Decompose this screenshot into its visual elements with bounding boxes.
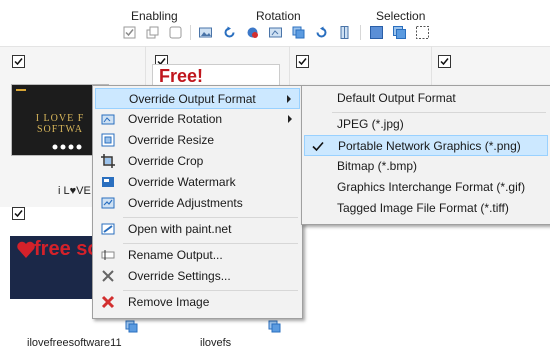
rename-icon [101,248,115,262]
menu-item-label: Override Resize [128,133,215,147]
resize-icon [101,133,115,147]
item-caption: ilovefreesoftware11 [27,337,122,349]
menu-item-label: Override Crop [128,154,204,168]
heart-logo [16,241,36,259]
thumb-text: Free! [159,66,204,86]
rotation-icon [101,112,115,126]
item-checkbox[interactable] [438,55,451,68]
format-option-jpeg[interactable]: JPEG (*.jpg) [304,114,548,135]
item-checkbox[interactable] [12,207,25,220]
menu-item-override-output-format[interactable]: Override Output Format [95,88,300,109]
menu-item-rename-output[interactable]: Rename Output... [95,245,300,266]
menu-separator [123,243,298,244]
menu-item-label: Override Watermark [128,175,236,189]
rotate-copy-icon[interactable] [292,26,305,39]
format-option-png[interactable]: Portable Network Graphics (*.png) [304,135,548,156]
format-option-tiff[interactable]: Tagged Image File Format (*.tiff) [304,198,548,219]
menu-item-override-watermark[interactable]: Override Watermark [95,172,300,193]
menu-item-label: Graphics Interchange Format (*.gif) [337,180,526,194]
watermark-icon [101,175,115,189]
menu-item-label: Override Settings... [128,269,231,283]
adjustments-icon [101,196,115,210]
thumb-text: free softw [34,238,100,260]
item-checkbox[interactable] [12,55,25,68]
menu-item-label: Override Adjustments [128,196,243,210]
output-format-submenu: Default Output Format JPEG (*.jpg) Porta… [301,85,550,225]
selection-group-label: Selection [376,9,426,23]
menu-separator [123,217,298,218]
rotate-right-icon[interactable] [315,26,328,39]
menu-separator [123,290,298,291]
menu-item-label: JPEG (*.jpg) [337,117,404,131]
submenu-arrow-icon [287,95,291,103]
menu-item-label: Portable Network Graphics (*.png) [338,139,521,153]
menu-item-override-adjustments[interactable]: Override Adjustments [95,193,300,214]
rotate-left-icon[interactable] [223,26,236,39]
menu-item-override-rotation[interactable]: Override Rotation [95,109,300,130]
menu-item-label: Open with paint.net [128,222,232,236]
override-badge-icon [268,320,281,333]
image-icon[interactable] [199,26,212,39]
menu-item-open-with-paintnet[interactable]: Open with paint.net [95,219,300,240]
menu-item-label: Remove Image [128,295,210,309]
remove-icon [101,295,115,309]
item-checkbox[interactable] [296,55,309,68]
context-menu: Override Output Format Override Rotation… [92,85,303,319]
enable-toggle-icon[interactable] [146,26,159,39]
menu-item-override-crop[interactable]: Override Crop [95,151,300,172]
toolbar-separator [360,25,361,40]
flip-icon[interactable] [338,26,351,39]
menu-item-override-resize[interactable]: Override Resize [95,130,300,151]
format-option-bmp[interactable]: Bitmap (*.bmp) [304,156,548,177]
paintnet-icon [101,222,115,236]
enable-checked-icon[interactable] [123,26,136,39]
enable-unchecked-icon[interactable] [169,26,182,39]
menu-item-label: Tagged Image File Format (*.tiff) [337,201,509,215]
menu-item-override-settings[interactable]: Override Settings... [95,266,300,287]
select-all-icon[interactable] [370,26,383,39]
settings-icon [101,269,115,283]
rotate-reset-icon[interactable] [246,26,259,39]
menu-item-label: Override Output Format [129,92,256,106]
item-caption: i L♥VE [58,185,91,197]
enabling-group-label: Enabling [131,9,178,23]
menu-item-label: Rename Output... [128,248,223,262]
rotation-group-label: Rotation [256,9,301,23]
format-option-default[interactable]: Default Output Format [304,88,548,109]
menu-separator [332,112,546,113]
item-caption: ilovefs [200,337,232,349]
menu-item-label: Override Rotation [128,112,223,126]
menu-item-remove-image[interactable]: Remove Image [95,292,300,313]
thumb-dots [52,139,86,150]
image-thumbnail[interactable]: free softw [10,236,100,299]
rotate-preview-icon[interactable] [269,26,282,39]
format-option-gif[interactable]: Graphics Interchange Format (*.gif) [304,177,548,198]
select-none-icon[interactable] [416,26,429,39]
menu-item-label: Default Output Format [337,91,456,105]
thumb-logo [16,89,26,97]
override-badge-icon [125,320,138,333]
checkmark-icon [311,139,325,153]
crop-icon [101,154,115,168]
toolbar-separator [190,25,191,40]
menu-item-label: Bitmap (*.bmp) [337,159,418,173]
select-invert-icon[interactable] [393,26,406,39]
submenu-arrow-icon [288,115,292,123]
